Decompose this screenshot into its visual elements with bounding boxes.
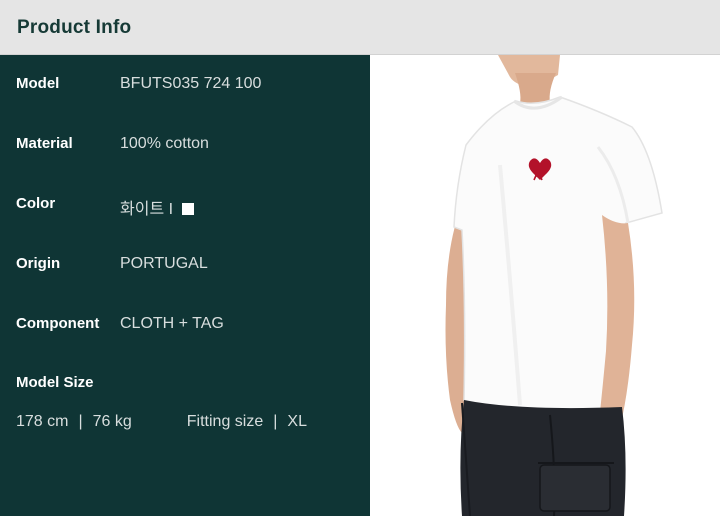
info-value-model: BFUTS035 724 100	[120, 75, 262, 92]
info-label-color: Color	[16, 195, 56, 212]
model-weight: 76 kg	[92, 413, 132, 430]
model-photo-illustration	[370, 55, 720, 516]
separator: |	[273, 413, 278, 430]
model-size-line: 178 cm | 76 kg Fitting size | XL	[16, 413, 307, 431]
product-info-header: Product Info	[0, 0, 720, 55]
info-row-component: Component CLOTH + TAG	[0, 315, 370, 339]
separator: |	[78, 413, 83, 430]
info-value-color: 화이트 I	[120, 195, 194, 219]
info-row-material: Material 100% cotton	[0, 135, 370, 159]
product-photo	[370, 55, 720, 516]
cargo-pocket	[539, 464, 611, 512]
info-value-origin: PORTUGAL	[120, 255, 208, 272]
page-title: Product Info	[17, 17, 132, 38]
info-label-component: Component	[16, 315, 100, 332]
fitting-size-label: Fitting size	[186, 413, 264, 430]
info-value-material: 100% cotton	[120, 135, 209, 152]
info-row-model: Model BFUTS035 724 100	[0, 75, 370, 99]
info-value-component: CLOTH + TAG	[120, 315, 224, 332]
product-info-panel: Model BFUTS035 724 100 Material 100% cot…	[0, 55, 370, 516]
color-name: 화이트 I	[120, 201, 174, 218]
model-height: 178 cm	[16, 413, 69, 430]
color-swatch	[181, 203, 194, 215]
info-row-color: Color 화이트 I	[0, 195, 370, 219]
info-row-origin: Origin PORTUGAL	[0, 255, 370, 279]
fitting-size-value: XL	[287, 413, 307, 430]
info-label-model: Model	[16, 75, 60, 92]
info-label-origin: Origin	[16, 255, 61, 272]
model-size-label: Model Size	[16, 374, 94, 391]
info-label-material: Material	[16, 135, 73, 152]
